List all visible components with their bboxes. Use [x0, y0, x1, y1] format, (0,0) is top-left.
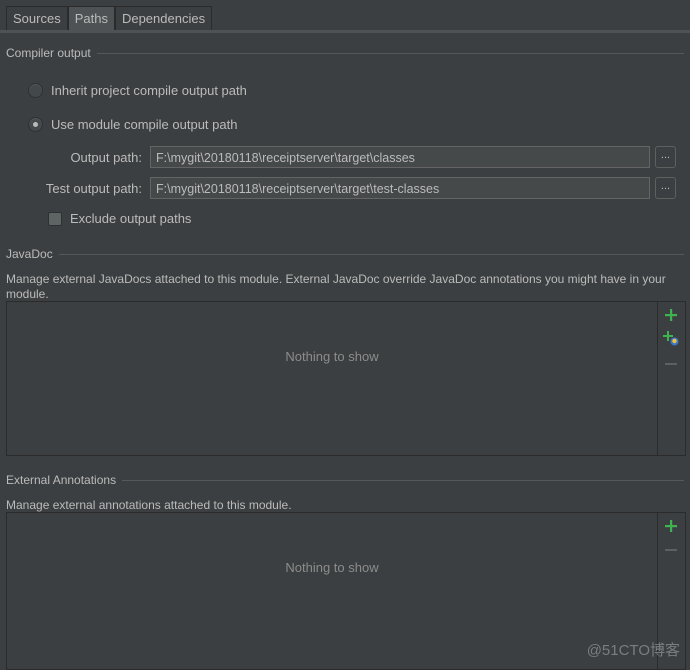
javadoc-empty-text: Nothing to show: [285, 349, 379, 364]
add-url-icon[interactable]: [663, 330, 679, 346]
use-module-output-path-radio[interactable]: [28, 117, 43, 132]
remove-icon[interactable]: [663, 356, 679, 372]
tab-paths[interactable]: Paths: [67, 6, 115, 30]
test-output-path-input[interactable]: F:\mygit\20180118\receiptserver\target\t…: [150, 177, 650, 199]
javadoc-toolbar: [657, 302, 685, 455]
inherit-output-path-label: Inherit project compile output path: [51, 83, 247, 98]
exclude-output-paths-row[interactable]: Exclude output paths: [48, 211, 191, 226]
add-icon[interactable]: [663, 518, 679, 534]
inherit-output-path-radio[interactable]: [28, 83, 43, 98]
use-module-output-path-radio-row[interactable]: Use module compile output path: [28, 117, 237, 132]
divider: [58, 253, 684, 255]
tab-bar-divider: [0, 30, 690, 33]
test-output-path-label: Test output path:: [45, 180, 142, 196]
test-output-path-browse-button[interactable]: ...: [655, 177, 676, 199]
external-annotations-title: External Annotations: [6, 473, 117, 487]
javadoc-description: Manage external JavaDocs attached to thi…: [6, 272, 666, 301]
add-icon[interactable]: [663, 307, 679, 323]
external-annotations-section-title: External Annotations: [6, 473, 684, 487]
watermark: @51CTO博客: [586, 642, 680, 659]
compiler-output-section-title: Compiler output: [6, 46, 684, 60]
compiler-output-title: Compiler output: [6, 46, 91, 60]
javadoc-section-title: JavaDoc: [6, 247, 684, 261]
remove-icon[interactable]: [663, 542, 679, 558]
output-path-browse-button[interactable]: ...: [655, 146, 676, 168]
external-annotations-list[interactable]: Nothing to show: [6, 512, 686, 670]
use-module-output-path-label: Use module compile output path: [51, 117, 238, 132]
divider: [96, 52, 684, 54]
output-path-label: Output path:: [70, 149, 142, 165]
exclude-output-paths-checkbox[interactable]: [48, 211, 62, 226]
inherit-output-path-radio-row[interactable]: Inherit project compile output path: [28, 83, 247, 98]
external-annotations-description: Manage external annotations attached to …: [6, 498, 292, 512]
tab-bar: Sources Paths Dependencies: [6, 6, 213, 30]
test-output-path-row: Test output path: F:\mygit\20180118\rece…: [0, 177, 676, 199]
javadoc-title: JavaDoc: [6, 247, 53, 261]
tab-dependencies[interactable]: Dependencies: [114, 6, 213, 30]
exclude-output-paths-label: Exclude output paths: [70, 211, 192, 226]
output-path-row: Output path: F:\mygit\20180118\receiptse…: [0, 146, 676, 168]
divider: [122, 479, 684, 481]
javadoc-list[interactable]: Nothing to show: [6, 301, 686, 456]
output-path-input[interactable]: F:\mygit\20180118\receiptserver\target\c…: [150, 146, 650, 168]
external-annotations-empty-text: Nothing to show: [285, 560, 379, 575]
tab-sources[interactable]: Sources: [6, 6, 68, 30]
